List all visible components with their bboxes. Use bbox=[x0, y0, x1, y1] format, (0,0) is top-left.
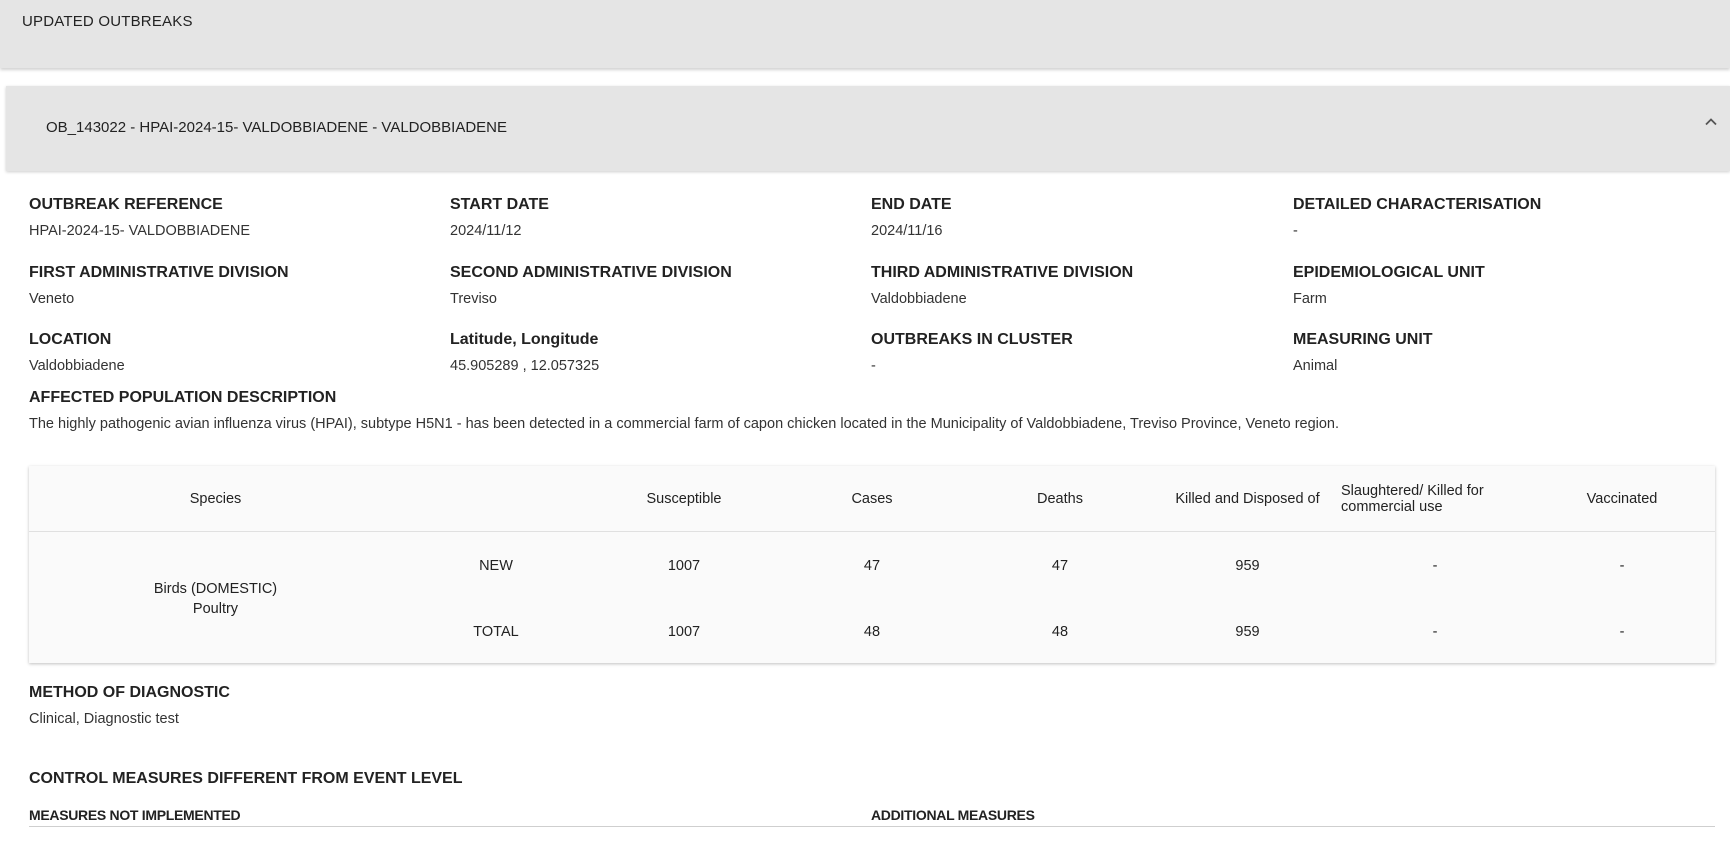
lat-long-field: Latitude, Longitude 45.905289 , 12.05732… bbox=[450, 331, 599, 374]
outbreak-panel-header[interactable]: OB_143022 - HPAI-2024-15- VALDOBBIADENE … bbox=[6, 86, 1730, 171]
chevron-up-icon[interactable] bbox=[1704, 115, 1718, 129]
detailed-characterisation-label: DETAILED CHARACTERISATION bbox=[1293, 196, 1542, 213]
measuring-unit-field: MEASURING UNIT Animal bbox=[1293, 331, 1433, 374]
row-new-vaccinated: - bbox=[1619, 558, 1625, 574]
header-vaccinated: Vaccinated bbox=[1586, 490, 1658, 507]
location-value: Valdobbiadene bbox=[29, 358, 125, 374]
species-cell: Birds (DOMESTIC) Poultry bbox=[29, 579, 402, 619]
third-admin-division-field: THIRD ADMINISTRATIVE DIVISION Valdobbiad… bbox=[871, 264, 1133, 307]
method-value: Clinical, Diagnostic test bbox=[29, 711, 179, 727]
row-new-type: NEW bbox=[479, 558, 513, 574]
control-measures-title: CONTROL MEASURES DIFFERENT FROM EVENT LE… bbox=[29, 770, 463, 787]
table-header-row: Species Susceptible Cases Deaths Killed … bbox=[29, 466, 1715, 532]
method-of-diagnostic-section: METHOD OF DIAGNOSTIC Clinical, Diagnosti… bbox=[29, 684, 230, 727]
third-admin-division-value: Valdobbiadene bbox=[871, 291, 967, 307]
header-susceptible: Susceptible bbox=[646, 490, 722, 507]
row-total-cases: 48 bbox=[863, 624, 881, 640]
second-admin-division-field: SECOND ADMINISTRATIVE DIVISION Treviso bbox=[450, 264, 732, 307]
row-new-deaths: 47 bbox=[1051, 558, 1069, 574]
epidemiological-unit-label: EPIDEMIOLOGICAL UNIT bbox=[1293, 264, 1485, 281]
end-date-value: 2024/11/16 bbox=[871, 223, 943, 239]
second-admin-division-label: SECOND ADMINISTRATIVE DIVISION bbox=[450, 264, 732, 281]
page-title: UPDATED OUTBREAKS bbox=[22, 13, 193, 30]
outbreak-title: OB_143022 - HPAI-2024-15- VALDOBBIADENE … bbox=[46, 119, 508, 136]
header-killed-disposed: Killed and Disposed of bbox=[1175, 490, 1320, 507]
row-total-susceptible: 1007 bbox=[667, 624, 701, 640]
row-new-susceptible: 1007 bbox=[667, 558, 701, 574]
outbreaks-in-cluster-label: OUTBREAKS IN CLUSTER bbox=[871, 331, 1073, 348]
outbreak-reference-label: OUTBREAK REFERENCE bbox=[29, 196, 223, 213]
detailed-characterisation-value: - bbox=[1293, 223, 1298, 239]
row-total-type: TOTAL bbox=[473, 624, 519, 640]
additional-measures-label: ADDITIONAL MEASURES bbox=[871, 807, 1035, 823]
end-date-label: END DATE bbox=[871, 196, 952, 213]
species-line-2: Poultry bbox=[192, 601, 239, 617]
epidemiological-unit-field: EPIDEMIOLOGICAL UNIT Farm bbox=[1293, 264, 1485, 307]
row-total-slaughtered: - bbox=[1432, 624, 1438, 640]
affected-population-label: AFFECTED POPULATION DESCRIPTION bbox=[29, 389, 337, 406]
updated-outbreaks-header: UPDATED OUTBREAKS bbox=[0, 0, 1730, 68]
row-new-slaughtered: - bbox=[1432, 558, 1438, 574]
second-admin-division-value: Treviso bbox=[450, 291, 497, 307]
row-new-cases: 47 bbox=[863, 558, 881, 574]
detailed-characterisation-field: DETAILED CHARACTERISATION - bbox=[1293, 196, 1541, 239]
row-new-killed: 959 bbox=[1235, 558, 1260, 574]
outbreaks-in-cluster-field: OUTBREAKS IN CLUSTER - bbox=[871, 331, 1073, 374]
measuring-unit-value: Animal bbox=[1293, 358, 1338, 374]
location-field: LOCATION Valdobbiadene bbox=[29, 331, 125, 374]
outbreaks-in-cluster-value: - bbox=[871, 358, 876, 374]
end-date-field: END DATE 2024/11/16 bbox=[871, 196, 952, 239]
species-line-1: Birds (DOMESTIC) bbox=[153, 581, 278, 597]
row-total-deaths: 48 bbox=[1051, 624, 1069, 640]
third-admin-division-label: THIRD ADMINISTRATIVE DIVISION bbox=[871, 264, 1134, 281]
lat-long-value: 45.905289 , 12.057325 bbox=[450, 358, 600, 374]
row-total-killed: 959 bbox=[1235, 624, 1260, 640]
first-admin-division-value: Veneto bbox=[29, 291, 75, 307]
first-admin-division-field: FIRST ADMINISTRATIVE DIVISION Veneto bbox=[29, 264, 289, 307]
outbreak-reference-field: OUTBREAK REFERENCE HPAI-2024-15- VALDOBB… bbox=[29, 196, 250, 239]
header-slaughtered: Slaughtered/ Killed for commercial use bbox=[1341, 482, 1484, 515]
start-date-value: 2024/11/12 bbox=[450, 223, 522, 239]
affected-population-section: AFFECTED POPULATION DESCRIPTION The high… bbox=[29, 389, 1339, 432]
method-label: METHOD OF DIAGNOSTIC bbox=[29, 684, 230, 701]
header-type bbox=[402, 466, 590, 531]
species-table: Species Susceptible Cases Deaths Killed … bbox=[29, 466, 1715, 663]
outbreak-reference-value: HPAI-2024-15- VALDOBBIADENE bbox=[29, 223, 251, 239]
measures-not-implemented-label: MEASURES NOT IMPLEMENTED bbox=[29, 807, 241, 823]
epidemiological-unit-value: Farm bbox=[1293, 291, 1327, 307]
affected-population-value: The highly pathogenic avian influenza vi… bbox=[29, 416, 1340, 432]
start-date-label: START DATE bbox=[450, 196, 549, 213]
row-total-vaccinated: - bbox=[1619, 624, 1625, 640]
header-cases: Cases bbox=[851, 490, 893, 507]
header-species: Species bbox=[189, 490, 242, 507]
measuring-unit-label: MEASURING UNIT bbox=[1293, 331, 1433, 348]
header-deaths: Deaths bbox=[1037, 490, 1083, 507]
section-divider bbox=[29, 826, 1715, 827]
lat-long-label: Latitude, Longitude bbox=[450, 331, 599, 348]
first-admin-division-label: FIRST ADMINISTRATIVE DIVISION bbox=[29, 264, 289, 281]
location-label: LOCATION bbox=[29, 331, 112, 348]
start-date-field: START DATE 2024/11/12 bbox=[450, 196, 549, 239]
